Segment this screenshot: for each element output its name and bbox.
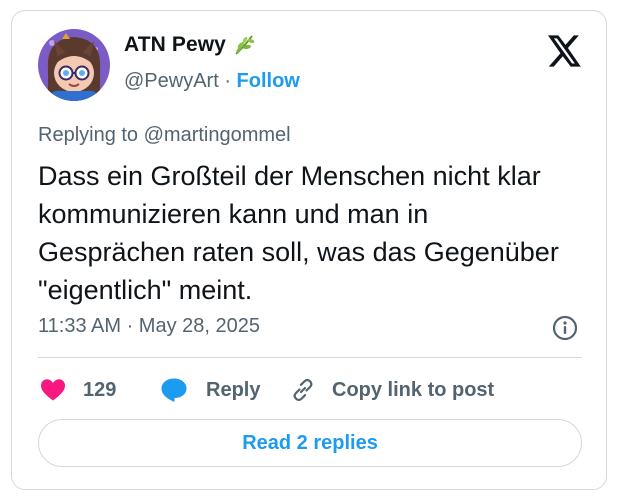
tweet-timestamp[interactable]: 11:33 AM · May 28, 2025: [38, 315, 260, 338]
avatar[interactable]: [38, 29, 110, 101]
tweet-text: Dass ein Großteil der Menschen nicht kla…: [38, 161, 559, 305]
author-handle[interactable]: @PewyArt: [124, 70, 219, 92]
copy-link-button[interactable]: Copy link to post: [290, 375, 494, 405]
author-handle-row: @PewyArt · Follow: [124, 70, 300, 93]
copy-link-label: Copy link to post: [332, 378, 495, 401]
like-count: 129: [83, 378, 117, 401]
read-replies-button[interactable]: Read 2 replies: [38, 419, 582, 467]
reply-button[interactable]: Reply: [160, 375, 260, 405]
heart-icon: [40, 378, 66, 402]
info-icon[interactable]: [552, 315, 578, 341]
sprout-emoji-icon: [232, 33, 256, 57]
replying-to-label[interactable]: Replying to @martingommel: [38, 124, 291, 147]
reply-label: Reply: [206, 378, 261, 401]
speech-bubble-icon: [160, 377, 188, 403]
follow-button[interactable]: Follow: [237, 70, 300, 92]
like-button[interactable]: 129: [40, 375, 116, 405]
link-icon: [290, 377, 316, 403]
read-replies-label: Read 2 replies: [242, 431, 378, 454]
separator-dot: ·: [224, 70, 237, 92]
author-display-name[interactable]: ATN Pewy: [124, 33, 256, 57]
divider: [38, 357, 582, 358]
x-logo-icon[interactable]: [548, 35, 582, 67]
author-name-text: ATN Pewy: [124, 33, 226, 56]
tweet-card: ATN Pewy @PewyArt · Follow Replying to @…: [11, 10, 607, 490]
